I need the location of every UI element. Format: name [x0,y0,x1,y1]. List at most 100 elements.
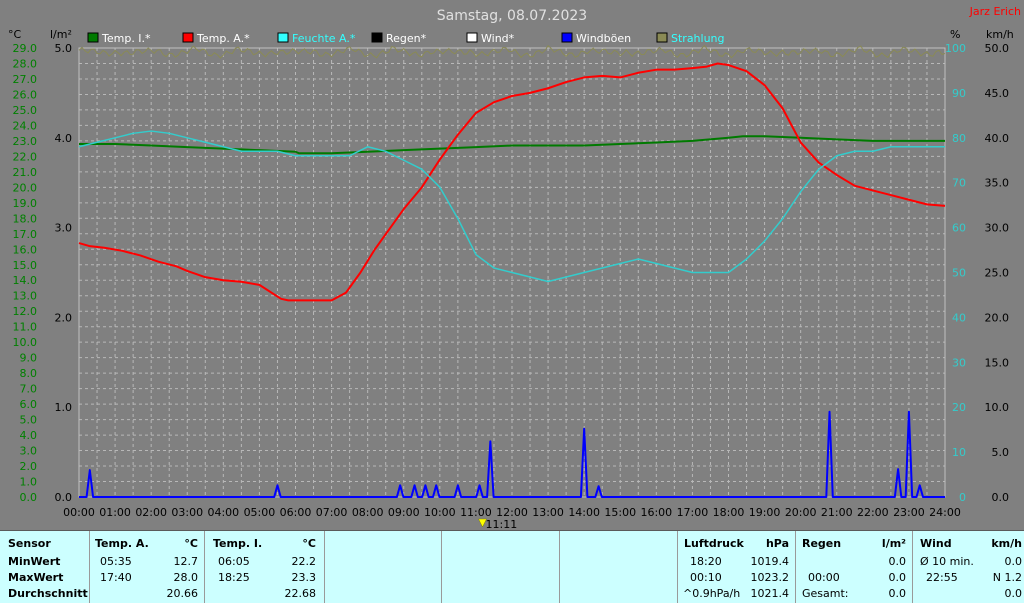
temp-indoor-min-value: 22.2 [291,555,317,568]
temp-tick-label: 3.0 [20,445,38,458]
rain-total-label: Gesamt: [802,587,849,600]
temp-tick-label: 24.0 [13,119,38,132]
humidity-tick-label: 90 [952,87,966,100]
rain-time-2: 00:00 [808,571,840,584]
wind-tick-label: 20.0 [985,311,1010,324]
sensor-column: Sensor MinWert MaxWert Durchschnitt [0,531,90,603]
rain-tick-label: 3.0 [55,222,73,235]
legend-swatch [561,32,573,43]
x-tick-label: 10:00 [424,506,456,519]
x-tick-label: 24:00 [929,506,961,519]
temp-tick-label: 27.0 [13,73,38,86]
temp-outdoor-unit: °C [184,537,198,550]
temp-tick-label: 10.0 [13,336,38,349]
author-label: Jarz Erich [969,5,1021,18]
temp-tick-label: 1.0 [20,476,38,489]
pressure-unit: hPa [765,537,789,550]
wind-tick-label: 35.0 [985,177,1010,190]
row-label-min: MinWert [8,555,61,568]
x-tick-label: 22:00 [857,506,889,519]
wind-tick-label: 50.0 [985,42,1010,55]
rain-tick-label: 4.0 [55,132,73,145]
wind-tick-label: 0.0 [992,491,1010,504]
legend-swatch [656,32,668,43]
x-tick-label: 00:00 [63,506,95,519]
pressure-header: Luftdruck [684,537,744,550]
wind-max-time: 22:55 [926,571,958,584]
legend-swatch [87,32,99,43]
humidity-axis-unit: % [950,28,960,41]
legend-swatch [371,32,383,43]
x-tick-label: 21:00 [821,506,853,519]
temp-axis-unit: °C [8,28,22,41]
x-tick-label: 23:00 [893,506,925,519]
temp-outdoor-header: Temp. A. [95,537,149,550]
temp-tick-label: 0.0 [20,491,38,504]
temp-tick-label: 18.0 [13,212,38,225]
x-tick-label: 04:00 [207,506,239,519]
temp-tick-label: 2.0 [20,460,38,473]
temp-tick-label: 11.0 [13,321,38,334]
rain-total-value: 0.0 [888,587,907,600]
humidity-tick-label: 70 [952,177,966,190]
wind-header: Wind [920,537,952,550]
wind-avg-value: 0.0 [1004,555,1023,568]
temp-tick-label: 4.0 [20,429,38,442]
current-time-label: 11:11 [486,518,518,530]
legend-label: Windböen [576,32,631,45]
temp-tick-label: 8.0 [20,367,38,380]
wind-value-3: 0.0 [1004,587,1023,600]
temp-tick-label: 14.0 [13,274,38,287]
legend-label: Temp. I.* [101,32,151,45]
wind-max-value: N 1.2 [992,571,1022,584]
rain-unit: l/m² [881,537,906,550]
x-tick-label: 06:00 [280,506,312,519]
temp-tick-label: 16.0 [13,243,38,256]
pressure-trend: ^0.9hPa/h [683,587,741,600]
temp-tick-label: 15.0 [13,259,38,272]
x-tick-label: 15:00 [604,506,636,519]
temp-tick-label: 22.0 [13,150,38,163]
temp-tick-label: 19.0 [13,197,38,210]
temp-tick-label: 7.0 [20,383,38,396]
rain-column: Regen l/m² 0.0 00:00 0.0 Gesamt: 0.0 [796,531,913,603]
x-tick-label: 01:00 [99,506,131,519]
legend-label: Regen* [386,32,427,45]
temp-tick-label: 29.0 [13,42,38,55]
rain-axis-unit: l/m² [50,28,72,41]
x-tick-label: 20:00 [785,506,817,519]
row-label-max: MaxWert [8,571,64,584]
rain-tick-label: 2.0 [55,311,73,324]
temp-indoor-header: Temp. I. [213,537,263,550]
temp-tick-label: 6.0 [20,398,38,411]
empty-column-3 [560,531,678,603]
temp-outdoor-min-time: 05:35 [100,555,132,568]
temp-outdoor-min-value: 12.7 [173,555,199,568]
pressure-max-time: 00:10 [690,571,722,584]
rain-tick-label: 0.0 [55,491,73,504]
wind-tick-label: 45.0 [985,87,1010,100]
x-tick-label: 13:00 [532,506,564,519]
chart-title: Samstag, 08.07.2023 [437,8,587,24]
pressure-column: Luftdruck hPa 18:20 1019.4 00:10 1023.2 … [678,531,796,603]
wind-column: Wind km/h Ø 10 min. 0.0 22:55 N 1.2 0.0 [913,531,1024,603]
pressure-max-value: 1023.2 [750,571,790,584]
rain-header: Regen [802,537,842,550]
temp-outdoor-column: Temp. A. °C 05:35 12.7 17:40 28.0 20.66 [90,531,205,603]
temp-tick-label: 23.0 [13,135,38,148]
wind-axis-unit: km/h [986,28,1014,41]
temp-tick-label: 5.0 [20,414,38,427]
temp-tick-label: 9.0 [20,352,38,365]
humidity-tick-label: 100 [945,42,966,55]
x-tick-label: 07:00 [316,506,348,519]
pressure-average: 1021.4 [750,587,790,600]
temp-indoor-column: Temp. I. °C 06:05 22.2 18:25 23.3 22.68 [205,531,325,603]
weather-chart: Samstag, 08.07.2023 Jarz Erich °C l/m²% km/h… [0,0,1024,530]
wind-tick-label: 30.0 [985,222,1010,235]
pressure-min-value: 1019.4 [750,555,790,568]
humidity-tick-label: 10 [952,446,966,459]
temp-tick-label: 25.0 [13,104,38,117]
legend-swatch [182,32,194,43]
rain-value-1: 0.0 [888,555,907,568]
temp-tick-label: 12.0 [13,305,38,318]
